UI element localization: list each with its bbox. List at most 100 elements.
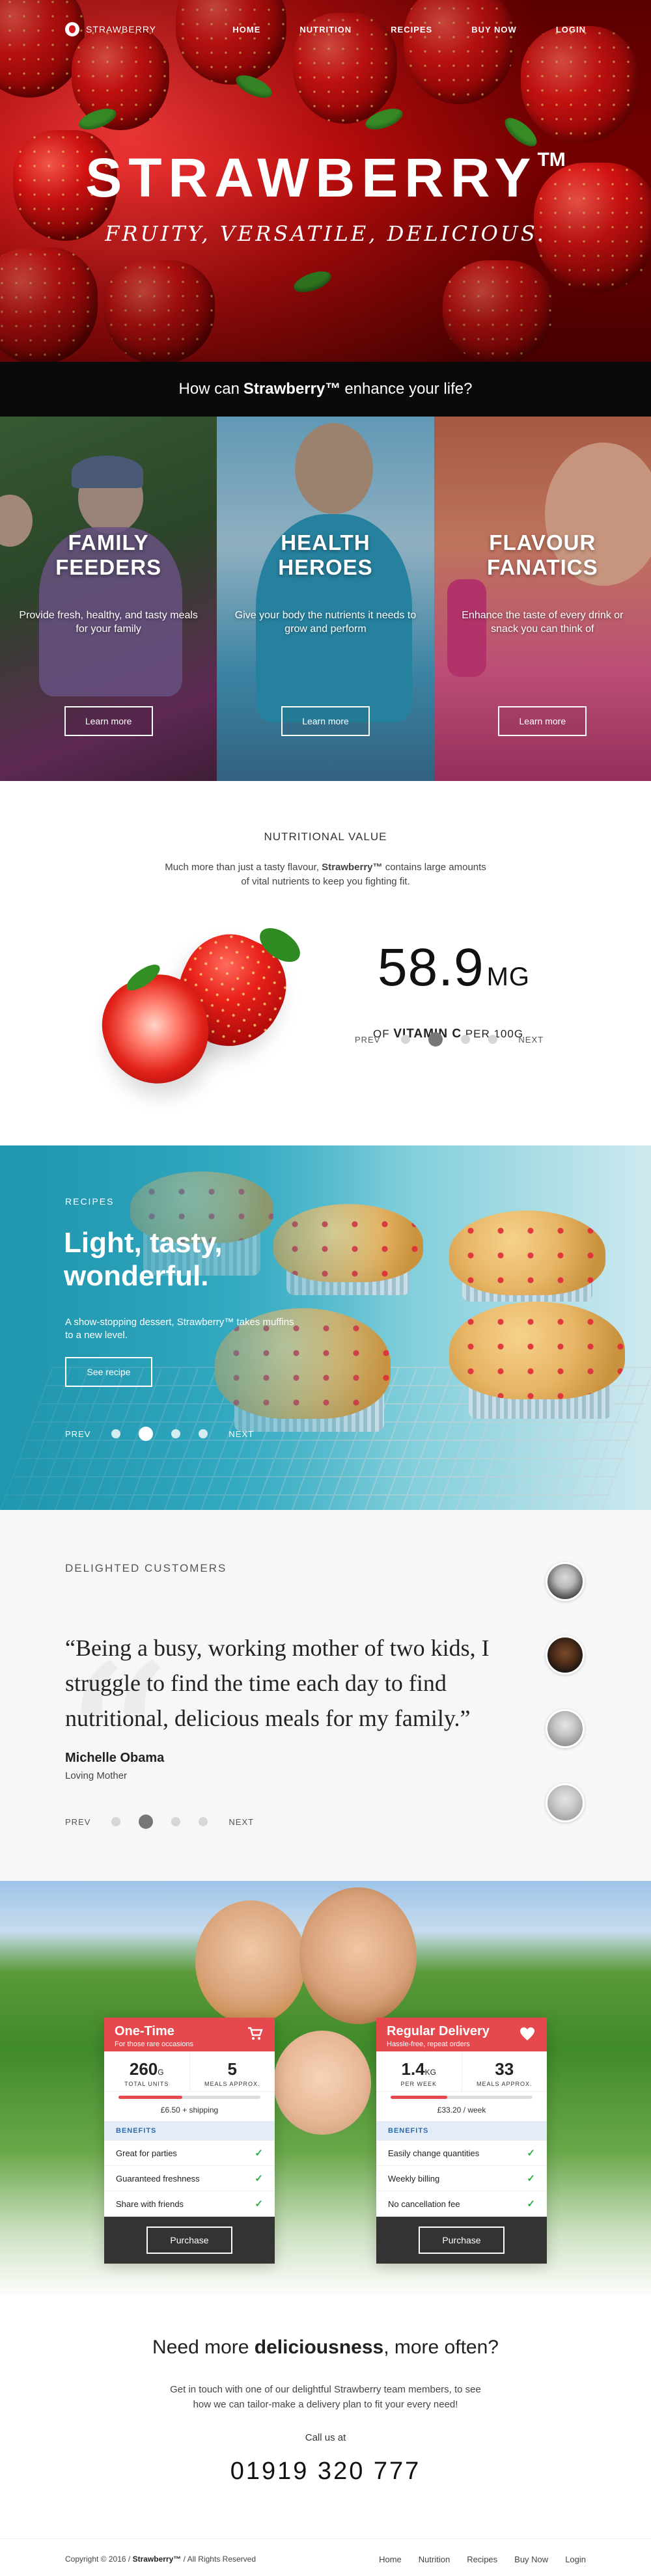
stat-label: PER WEEK bbox=[400, 2081, 437, 2087]
next-button[interactable]: NEXT bbox=[229, 1429, 254, 1439]
stat-label: MEALS APPROX. bbox=[476, 2081, 533, 2087]
benefit-item: Share with friends ✓ bbox=[104, 2191, 275, 2217]
nutrition-description: Much more than just a tasty flavour, Str… bbox=[165, 862, 486, 887]
footer-link-nutrition[interactable]: Nutrition bbox=[419, 2555, 450, 2564]
footer-link-home[interactable]: Home bbox=[379, 2555, 402, 2564]
stat-per-week: 1.4KG PER WEEK bbox=[376, 2051, 462, 2091]
pricing-card-regular-delivery: Regular Delivery Hassle-free, repeat ord… bbox=[376, 2018, 547, 2264]
panel-family-feeders: FAMILY FEEDERS Provide fresh, healthy, a… bbox=[0, 417, 217, 781]
pager-dot[interactable] bbox=[401, 1035, 411, 1044]
avatar[interactable] bbox=[546, 1709, 585, 1748]
hero-section: STRAWBERRY HOME NUTRITION RECIPES BUY NO… bbox=[0, 0, 651, 417]
card-footer: Purchase bbox=[104, 2217, 275, 2264]
nutrient-value: 58.9 MG bbox=[378, 938, 531, 997]
prev-button[interactable]: PREV bbox=[355, 1035, 380, 1045]
benefit-item: No cancellation fee ✓ bbox=[376, 2191, 547, 2217]
learn-more-button[interactable]: Learn more bbox=[281, 706, 370, 736]
panel-text: FLAVOUR FANATICS Enhance the taste of ev… bbox=[434, 530, 651, 637]
prev-button[interactable]: PREV bbox=[65, 1817, 90, 1827]
nav-link-home[interactable]: HOME bbox=[232, 25, 260, 34]
nav-link-login[interactable]: LOGIN bbox=[556, 25, 586, 34]
check-icon: ✓ bbox=[255, 2173, 263, 2184]
recipes-section: RECIPES Light, tasty, wonderful. A show-… bbox=[0, 1145, 651, 1510]
benefit-item: Great for parties ✓ bbox=[104, 2141, 275, 2166]
nav-link-recipes[interactable]: RECIPES bbox=[391, 25, 432, 34]
see-recipe-button[interactable]: See recipe bbox=[65, 1357, 152, 1387]
benefits-heading: BENEFITS bbox=[104, 2121, 275, 2141]
pager-dot[interactable] bbox=[461, 1035, 471, 1044]
footer-link-recipes[interactable]: Recipes bbox=[467, 2555, 497, 2564]
testimonial-kicker: DELIGHTED CUSTOMERS bbox=[65, 1562, 227, 1574]
avatar[interactable] bbox=[546, 1562, 585, 1601]
quantity-bar[interactable] bbox=[391, 2096, 533, 2099]
panel-title: HEALTH HEROES bbox=[278, 530, 373, 579]
nav-link-buy-now[interactable]: BUY NOW bbox=[471, 25, 517, 34]
card-stats: 1.4KG PER WEEK 33 MEALS APPROX. bbox=[376, 2051, 547, 2092]
benefit-item: Weekly billing ✓ bbox=[376, 2166, 547, 2191]
trademark: TM bbox=[537, 149, 566, 171]
panel-description: Provide fresh, healthy, and tasty meals … bbox=[19, 609, 198, 635]
stat-total-units: 260G TOTAL UNITS bbox=[104, 2051, 189, 2091]
purchase-button[interactable]: Purchase bbox=[419, 2227, 505, 2254]
contact-section: Need more deliciousness, more often? Get… bbox=[0, 2297, 651, 2538]
phone-number[interactable]: 01919 320 777 bbox=[0, 2458, 651, 2486]
quantity-bar-fill bbox=[391, 2096, 448, 2099]
card-title: One-Time bbox=[115, 2024, 174, 2038]
card-subtitle: Hassle-free, repeat orders bbox=[387, 2040, 470, 2048]
pager-dot-active[interactable] bbox=[139, 1427, 154, 1441]
copyright: Copyright © 2016 / Strawberry™ / All Rig… bbox=[65, 2555, 256, 2564]
check-icon: ✓ bbox=[527, 2148, 535, 2159]
question-text: enhance your life? bbox=[344, 380, 473, 398]
toddler-photo bbox=[273, 2031, 371, 2135]
heart-icon bbox=[520, 2027, 534, 2040]
panel-description: Enhance the taste of every drink or snac… bbox=[462, 609, 624, 635]
question-text: How can bbox=[178, 380, 240, 398]
pager-dot[interactable] bbox=[171, 1817, 181, 1826]
pager-dot[interactable] bbox=[171, 1429, 181, 1438]
recipes-title: Light, tasty, wonderful. bbox=[64, 1227, 223, 1292]
card-header: Regular Delivery Hassle-free, repeat ord… bbox=[376, 2018, 547, 2051]
stat-value: 33 bbox=[495, 2059, 514, 2079]
pager-dot[interactable] bbox=[111, 1429, 121, 1438]
purchase-button[interactable]: Purchase bbox=[146, 2227, 232, 2254]
footer-link-buy-now[interactable]: Buy Now bbox=[514, 2555, 548, 2564]
card-stats: 260G TOTAL UNITS 5 MEALS APPROX. bbox=[104, 2051, 275, 2092]
panel-title: FLAVOUR FANATICS bbox=[487, 530, 598, 579]
card-price: £6.50 + shipping bbox=[160, 2105, 219, 2115]
nav-link-nutrition[interactable]: NUTRITION bbox=[299, 25, 352, 34]
avatar[interactable] bbox=[546, 1783, 585, 1822]
benefits-heading: BENEFITS bbox=[376, 2121, 547, 2141]
prev-button[interactable]: PREV bbox=[65, 1429, 90, 1439]
nutrition-heading: NUTRITIONAL VALUE bbox=[264, 830, 387, 843]
stat-label: MEALS APPROX. bbox=[204, 2081, 260, 2087]
pager-dot[interactable] bbox=[111, 1817, 121, 1826]
panel-health-heroes: HEALTH HEROES Give your body the nutrien… bbox=[217, 417, 434, 781]
testimonial-name: Michelle Obama bbox=[65, 1751, 165, 1765]
learn-more-button[interactable]: Learn more bbox=[498, 706, 587, 736]
logo[interactable]: STRAWBERRY bbox=[65, 22, 156, 36]
pager-dot-active[interactable] bbox=[139, 1815, 154, 1829]
page: STRAWBERRY HOME NUTRITION RECIPES BUY NO… bbox=[0, 0, 651, 2576]
next-button[interactable]: NEXT bbox=[518, 1035, 544, 1045]
pager-dot[interactable] bbox=[488, 1035, 498, 1044]
contact-call-label: Call us at bbox=[305, 2432, 346, 2443]
next-button[interactable]: NEXT bbox=[229, 1817, 254, 1827]
recipes-pager: PREV NEXT bbox=[53, 1427, 266, 1441]
testimonial-quote: “Being a busy, working mother of two kid… bbox=[65, 1635, 490, 1731]
panel-description: Give your body the nutrients it needs to… bbox=[234, 609, 417, 635]
avatar-active[interactable] bbox=[546, 1636, 585, 1675]
pager-dot-active[interactable] bbox=[428, 1032, 443, 1047]
footer-link-login[interactable]: Login bbox=[565, 2555, 586, 2564]
card-header: One-Time For those rare occasions bbox=[104, 2018, 275, 2051]
strawberry-logo-icon bbox=[65, 22, 79, 36]
testimonial-role: Loving Mother bbox=[65, 1770, 128, 1781]
mother-photo bbox=[299, 1887, 417, 2024]
audience-panels: FAMILY FEEDERS Provide fresh, healthy, a… bbox=[0, 417, 651, 781]
quantity-bar-fill bbox=[118, 2096, 183, 2099]
main-nav: STRAWBERRY HOME NUTRITION RECIPES BUY NO… bbox=[0, 0, 651, 59]
learn-more-button[interactable]: Learn more bbox=[64, 706, 153, 736]
stat-meals: 5 MEALS APPROX. bbox=[189, 2051, 275, 2091]
pager-dot[interactable] bbox=[199, 1817, 208, 1826]
pager-dot[interactable] bbox=[199, 1429, 208, 1438]
quantity-bar[interactable] bbox=[118, 2096, 260, 2099]
